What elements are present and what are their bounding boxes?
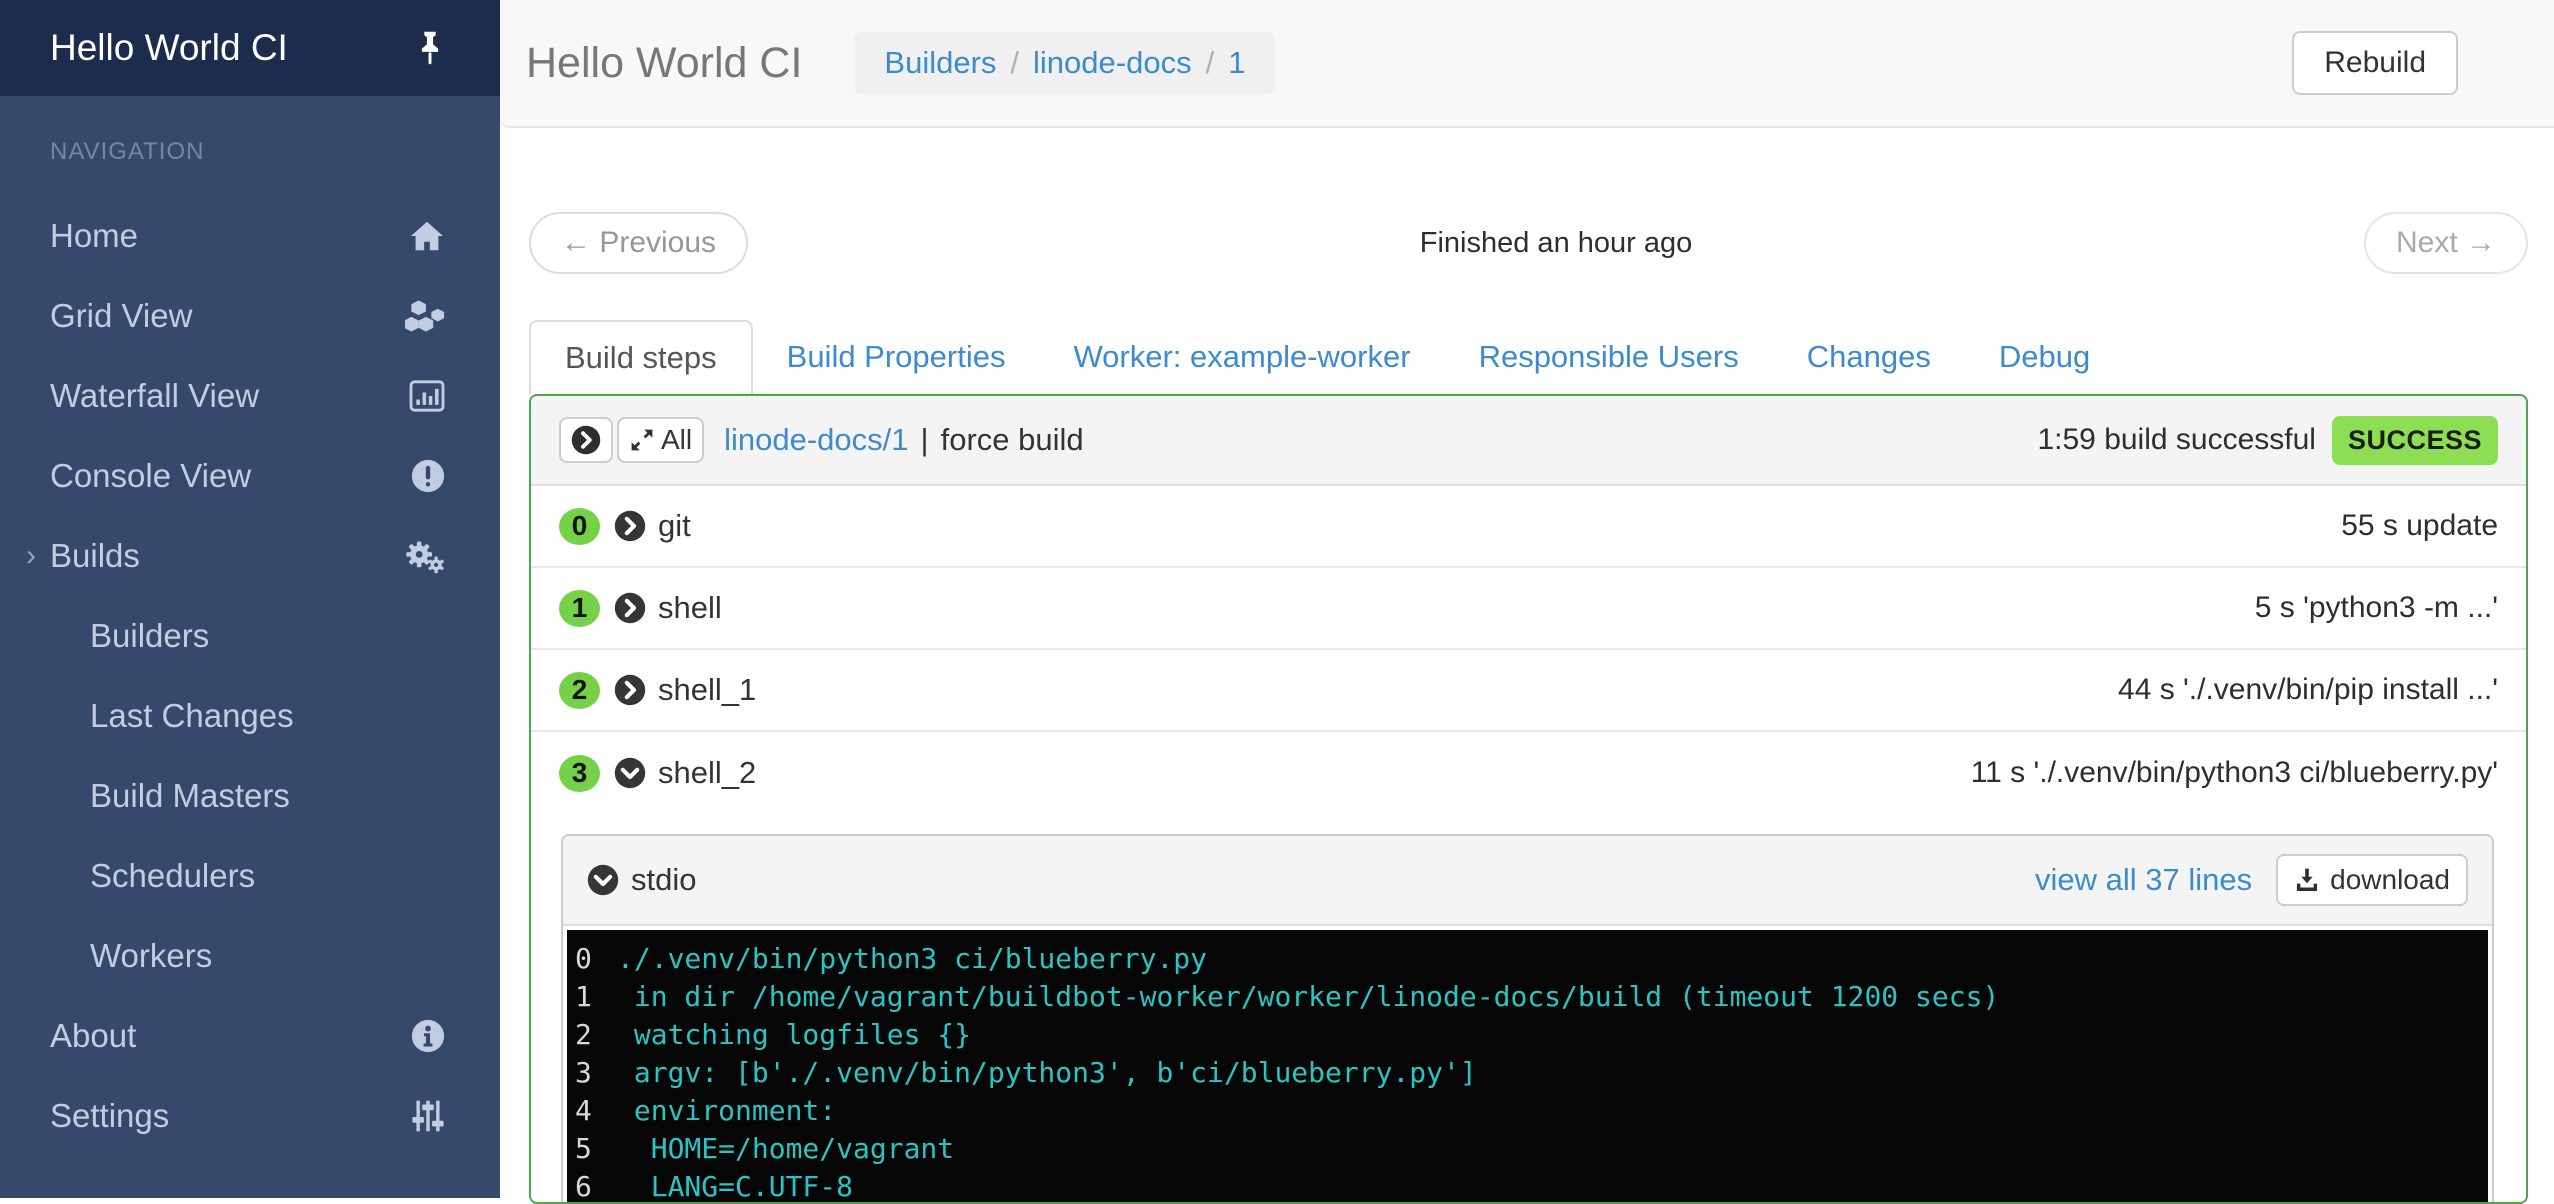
expanded-step-area: stdio view all 37 lines down	[531, 814, 2526, 1204]
bar-chart-icon	[403, 380, 445, 412]
tab-responsible-users[interactable]: Responsible Users	[1445, 339, 1773, 375]
breadcrumb-builders-link[interactable]: Builders	[884, 45, 996, 81]
build-summary: 1:59 build successful	[2037, 423, 2316, 457]
sidebar-item-last-changes[interactable]: Last Changes	[0, 676, 500, 756]
build-finished-status: Finished an hour ago	[748, 227, 2364, 260]
log-name: stdio	[631, 862, 696, 898]
step-detail: 44 s './.venv/bin/pip install ...'	[2118, 673, 2498, 707]
chevron-down-circle-icon[interactable]	[614, 757, 646, 789]
status-badge: SUCCESS	[2332, 416, 2498, 465]
exclamation-circle-icon	[403, 459, 445, 493]
expand-all-button[interactable]: All	[617, 417, 704, 463]
chevron-right-circle-icon[interactable]	[614, 592, 646, 624]
download-icon	[2294, 867, 2320, 893]
step-number-badge: 2	[559, 672, 600, 709]
previous-build-button[interactable]: ← Previous	[529, 212, 748, 274]
chevron-right-circle-icon	[571, 425, 601, 455]
tab-build-steps[interactable]: Build steps	[529, 320, 753, 394]
sidebar-item-settings[interactable]: Settings	[0, 1076, 500, 1156]
build-link[interactable]: linode-docs/1	[724, 422, 908, 458]
build-tabs: Build steps Build Properties Worker: exa…	[529, 320, 2528, 394]
tab-changes[interactable]: Changes	[1773, 339, 1965, 375]
sidebar-item-home[interactable]: Home	[0, 196, 500, 276]
sidebar-item-builders[interactable]: Builders	[0, 596, 500, 676]
log-line: 2 watching logfiles {}	[575, 1016, 2478, 1054]
collapse-all-button[interactable]	[559, 417, 613, 463]
tab-build-properties[interactable]: Build Properties	[753, 339, 1040, 375]
sliders-icon	[403, 1099, 445, 1133]
sidebar: Hello World CI NAVIGATION Home Grid View	[0, 0, 500, 1198]
expand-caret-icon: ›	[26, 539, 36, 573]
build-reason: force build	[941, 422, 1084, 458]
breadcrumb-builder-link[interactable]: linode-docs	[1033, 45, 1192, 81]
sidebar-item-about[interactable]: About	[0, 996, 500, 1076]
breadcrumb: Builders / linode-docs / 1	[854, 32, 1275, 94]
sidebar-item-build-masters[interactable]: Build Masters	[0, 756, 500, 836]
header-divider: |	[921, 422, 929, 458]
sidebar-item-workers[interactable]: Workers	[0, 916, 500, 996]
sidebar-item-schedulers[interactable]: Schedulers	[0, 836, 500, 916]
step-detail: 5 s 'python3 -m ...'	[2255, 591, 2498, 625]
next-build-button[interactable]: Next →	[2364, 212, 2528, 274]
step-row-shell[interactable]: 1 shell 5 s 'python3 -m ...'	[531, 568, 2526, 650]
log-line: 3 argv: [b'./.venv/bin/python3', b'ci/bl…	[575, 1054, 2478, 1092]
log-line: 6 LANG=C.UTF-8	[575, 1168, 2478, 1204]
info-circle-icon	[403, 1019, 445, 1053]
log-header-actions: view all 37 lines download	[2035, 854, 2468, 906]
step-row-shell-2[interactable]: 3 shell_2 11 s './.venv/bin/python3 ci/b…	[531, 732, 2526, 814]
chevron-down-circle-icon[interactable]	[587, 864, 619, 896]
step-detail: 55 s update	[2341, 509, 2498, 543]
stdio-log-header: stdio view all 37 lines down	[563, 836, 2492, 926]
app-title: Hello World CI	[50, 27, 410, 69]
pin-icon[interactable]	[410, 30, 450, 66]
build-summary-area: 1:59 build successful SUCCESS	[2037, 416, 2498, 465]
step-name: shell_1	[658, 672, 756, 708]
log-line: 4 environment:	[575, 1092, 2478, 1130]
step-row-git[interactable]: 0 git 55 s update	[531, 486, 2526, 568]
chevron-right-circle-icon[interactable]	[614, 510, 646, 542]
main-area: Hello World CI Builders / linode-docs / …	[500, 0, 2554, 1198]
breadcrumb-separator: /	[1206, 45, 1215, 81]
sidebar-header: Hello World CI	[0, 0, 500, 96]
breadcrumb-build-number[interactable]: 1	[1228, 45, 1245, 81]
stdio-terminal[interactable]: 0./.venv/bin/python3 ci/blueberry.py 1 i…	[567, 930, 2488, 1204]
tab-debug[interactable]: Debug	[1965, 339, 2124, 375]
nav-section-label: NAVIGATION	[50, 138, 500, 166]
log-line: 1 in dir /home/vagrant/buildbot-worker/w…	[575, 978, 2478, 1016]
step-row-shell-1[interactable]: 2 shell_1 44 s './.venv/bin/pip install …	[531, 650, 2526, 732]
home-icon	[403, 220, 445, 252]
step-name: git	[658, 508, 691, 544]
build-panel-header: All linode-docs/1 | force build 1:59 bui…	[531, 396, 2526, 486]
cubes-icon	[403, 299, 445, 333]
rebuild-button[interactable]: Rebuild	[2292, 31, 2458, 95]
sidebar-nav: Home Grid View Waterfall View	[0, 196, 500, 1156]
step-number-badge: 3	[559, 755, 600, 792]
build-pager: ← Previous Finished an hour ago Next →	[529, 212, 2528, 274]
chevron-right-circle-icon[interactable]	[614, 674, 646, 706]
content: ← Previous Finished an hour ago Next → B…	[500, 212, 2554, 1204]
log-line: 0./.venv/bin/python3 ci/blueberry.py	[575, 940, 2478, 978]
step-detail: 11 s './.venv/bin/python3 ci/blueberry.p…	[1971, 756, 2498, 790]
step-number-badge: 1	[559, 590, 600, 627]
breadcrumb-separator: /	[1010, 45, 1019, 81]
tab-worker[interactable]: Worker: example-worker	[1039, 339, 1444, 375]
gears-icon	[403, 538, 445, 574]
step-name: shell	[658, 590, 722, 626]
log-line: 5 HOME=/home/vagrant	[575, 1130, 2478, 1168]
sidebar-item-grid-view[interactable]: Grid View	[0, 276, 500, 356]
step-name: shell_2	[658, 755, 756, 791]
page-title: Hello World CI	[526, 39, 802, 88]
download-button[interactable]: download	[2276, 854, 2468, 906]
expand-arrows-icon	[629, 427, 655, 453]
build-steps-panel: All linode-docs/1 | force build 1:59 bui…	[529, 394, 2528, 1204]
step-number-badge: 0	[559, 508, 600, 545]
sidebar-item-builds[interactable]: › Builds	[0, 516, 500, 596]
view-all-lines-link[interactable]: view all 37 lines	[2035, 862, 2252, 898]
sidebar-item-console-view[interactable]: Console View	[0, 436, 500, 516]
stdio-log-panel: stdio view all 37 lines down	[561, 834, 2494, 1204]
top-navbar: Hello World CI Builders / linode-docs / …	[500, 0, 2554, 128]
sidebar-item-waterfall-view[interactable]: Waterfall View	[0, 356, 500, 436]
